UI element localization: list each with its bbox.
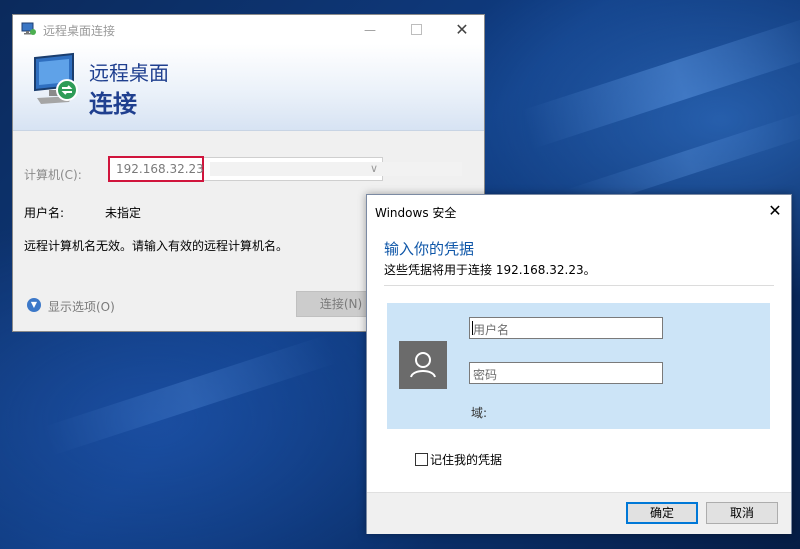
credentials-subtitle: 这些凭据将用于连接 192.168.32.23。 bbox=[384, 263, 596, 277]
rdp-window-title: 远程桌面连接 bbox=[43, 24, 116, 38]
maximize-icon bbox=[410, 24, 422, 35]
close-button[interactable]: ✕ bbox=[439, 15, 485, 44]
close-icon: ✕ bbox=[768, 200, 782, 220]
username-placeholder: 用户名 bbox=[473, 323, 510, 337]
divider bbox=[384, 285, 774, 286]
chevron-down-icon[interactable]: ∨ bbox=[370, 162, 378, 175]
banner-title-line2: 连接 bbox=[89, 90, 137, 118]
windows-security-dialog: Windows 安全 ✕ 输入你的凭据 这些凭据将用于连接 192.168.32… bbox=[366, 194, 792, 534]
computer-address-value: 192.168.32.23 bbox=[116, 162, 204, 176]
computer-label: 计算机(C): bbox=[24, 168, 82, 182]
minimize-button[interactable]: — bbox=[347, 15, 393, 44]
minimize-icon: — bbox=[364, 22, 376, 37]
remote-desktop-app-icon bbox=[21, 22, 36, 35]
credential-tile[interactable]: 用户名 密码 域: bbox=[387, 303, 770, 429]
security-window-title: Windows 安全 bbox=[375, 206, 457, 220]
user-avatar bbox=[399, 341, 447, 389]
password-placeholder: 密码 bbox=[473, 368, 498, 382]
rdp-banner: 远程桌面 连接 bbox=[13, 44, 484, 131]
close-icon: ✕ bbox=[455, 20, 469, 39]
domain-label: 域: bbox=[471, 406, 488, 420]
show-options-link[interactable]: 显示选项(O) bbox=[48, 298, 115, 315]
computer-address-field[interactable]: 192.168.32.23 bbox=[108, 156, 204, 182]
username-input[interactable]: 用户名 bbox=[469, 317, 663, 339]
banner-title-line1: 远程桌面 bbox=[89, 61, 169, 85]
cancel-button[interactable]: 取消 bbox=[706, 502, 778, 524]
credentials-heading: 输入你的凭据 bbox=[384, 240, 475, 258]
ok-button[interactable]: 确定 bbox=[626, 502, 698, 524]
security-close-button[interactable]: ✕ bbox=[759, 195, 791, 225]
expand-options-icon[interactable]: ▼ bbox=[27, 298, 41, 312]
remember-credentials-checkbox[interactable] bbox=[415, 453, 428, 466]
username-label: 用户名: bbox=[24, 206, 65, 220]
dialog-footer: 确定 取消 bbox=[367, 492, 791, 534]
maximize-button[interactable] bbox=[393, 15, 439, 44]
password-input[interactable]: 密码 bbox=[469, 362, 663, 384]
username-value: 未指定 bbox=[105, 206, 142, 220]
remote-desktop-monitor-icon bbox=[34, 52, 78, 104]
error-message: 远程计算机名无效。请输入有效的远程计算机名。 bbox=[24, 239, 289, 253]
rdp-titlebar[interactable]: 远程桌面连接 — ✕ bbox=[13, 15, 484, 44]
user-icon bbox=[410, 352, 436, 378]
remember-credentials-label[interactable]: 记住我的凭据 bbox=[430, 451, 502, 468]
